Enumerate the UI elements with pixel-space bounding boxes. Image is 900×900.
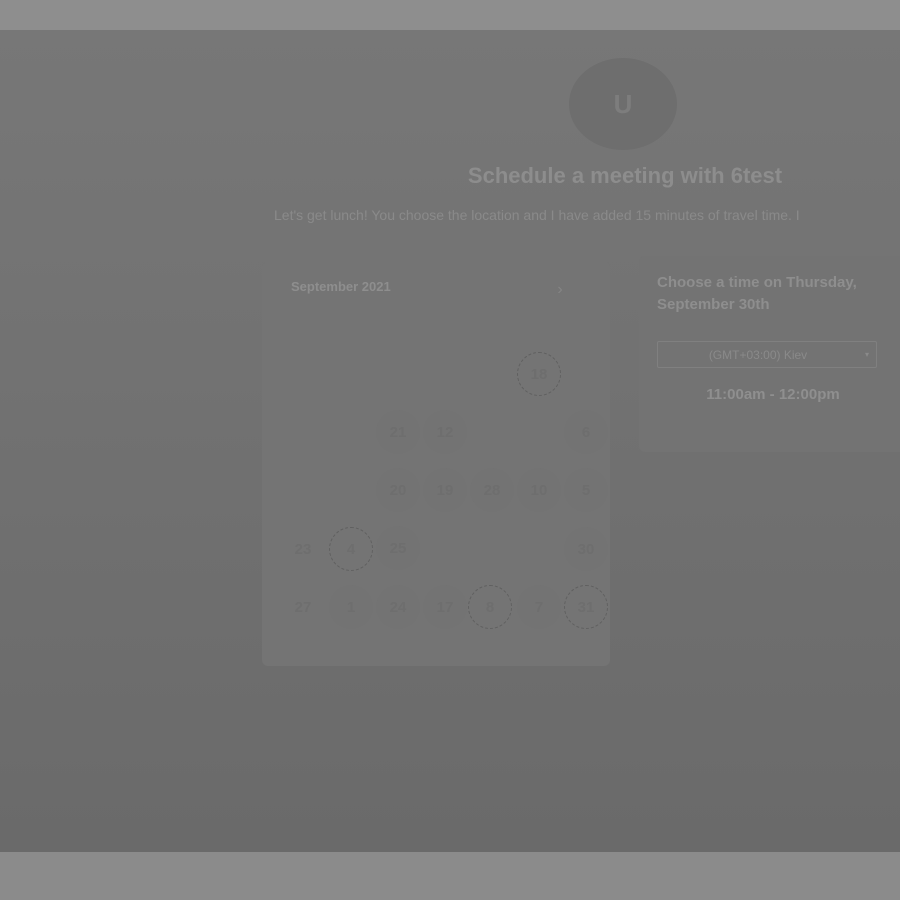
calendar-day[interactable]: 27 [281, 585, 325, 629]
choose-time-heading: Choose a time on Thursday, September 30t… [657, 274, 857, 313]
calendar-day[interactable]: 17 [423, 585, 467, 629]
calendar-month-label: September 2021 [291, 279, 391, 294]
chevron-right-icon: › [557, 281, 563, 298]
page-title: Schedule a meeting with 6test [467, 163, 783, 188]
timezone-select[interactable]: (GMT+03:00) Kiev ▾ [657, 341, 877, 368]
calendar-day[interactable]: 6 [564, 410, 608, 454]
meeting-description: Let's get lunch! You choose the location… [274, 207, 800, 223]
next-month-button[interactable]: › [548, 278, 572, 302]
calendar-day[interactable]: 18 [517, 352, 561, 396]
calendar-day[interactable]: 8 [468, 585, 512, 629]
calendar-day-selected[interactable]: 30 [564, 527, 608, 571]
calendar-day[interactable]: 7 [517, 585, 561, 629]
calendar-day[interactable]: 21 [376, 410, 420, 454]
calendar-day[interactable]: 12 [423, 410, 467, 454]
calendar-day[interactable]: 20 [376, 468, 420, 512]
calendar-day[interactable]: 10 [517, 468, 561, 512]
calendar-day[interactable]: 24 [376, 585, 420, 629]
calendar-day[interactable]: 23 [281, 527, 325, 571]
scheduling-page: U Schedule a meeting with 6test Let's ge… [0, 30, 900, 852]
time-slot[interactable]: 11:00am - 12:00pm [657, 386, 889, 403]
avatar: U [569, 58, 677, 150]
calendar-day[interactable]: 4 [329, 527, 373, 571]
calendar-day[interactable]: 5 [564, 468, 608, 512]
top-bar [0, 0, 900, 30]
avatar-initial: U [613, 88, 633, 119]
timezone-value: (GMT+03:00) Kiev [708, 347, 808, 362]
calendar-day[interactable]: 19 [423, 468, 467, 512]
bottom-bar [0, 852, 900, 900]
calendar-day[interactable]: 25 [376, 526, 420, 570]
calendar-day[interactable]: 1 [329, 585, 373, 629]
calendar-day[interactable]: 31 [564, 585, 608, 629]
caret-down-icon: ▾ [864, 350, 869, 359]
calendar-day[interactable]: 28 [470, 468, 514, 512]
